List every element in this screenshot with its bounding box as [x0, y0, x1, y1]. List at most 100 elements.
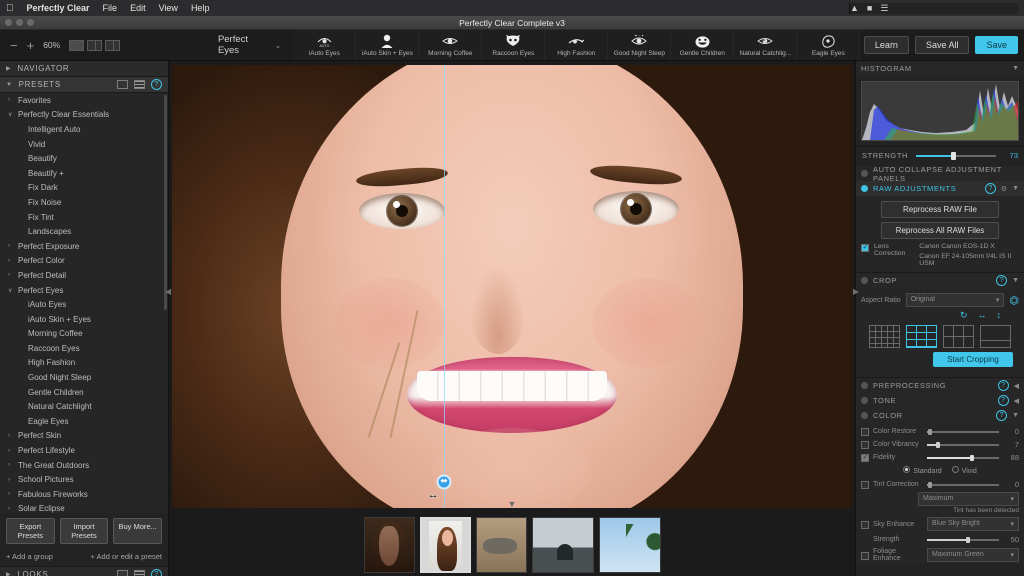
preset-tree-item[interactable]: › Perfect Exposure: [0, 239, 168, 254]
preset-tree-item[interactable]: › School Pictures: [0, 472, 168, 487]
quick-preset-morning-coffee[interactable]: Morning Coffee: [419, 30, 483, 60]
preset-tree-item[interactable]: Beautify +: [0, 166, 168, 181]
color-header[interactable]: COLOR ? ▼: [856, 408, 1024, 423]
menubar-clock-icon[interactable]: ☰: [880, 3, 888, 14]
tint-correction-slider[interactable]: [927, 480, 999, 489]
collapse-left-panel-icon[interactable]: ◀: [165, 287, 171, 296]
color-restore-row[interactable]: Color Restore 0: [856, 425, 1024, 438]
toggle-dot-icon[interactable]: [861, 397, 868, 404]
chevron-right-icon[interactable]: ›: [8, 477, 18, 483]
chevron-down-icon[interactable]: ▼: [1012, 277, 1019, 284]
save-button[interactable]: Save: [975, 36, 1018, 54]
presets-scrollbar[interactable]: [164, 95, 167, 310]
chevron-down-icon[interactable]: ∨: [8, 287, 18, 294]
grid-view-icon[interactable]: [117, 80, 128, 89]
filter-icon[interactable]: ▼: [6, 82, 13, 88]
view-mode-split-icon[interactable]: [87, 39, 103, 51]
chevron-right-icon[interactable]: ›: [8, 491, 18, 497]
lens-correction-checkbox[interactable]: [861, 243, 869, 252]
help-icon[interactable]: ?: [996, 410, 1008, 421]
menubar-wifi-icon[interactable]: ▲: [850, 3, 859, 14]
preset-tree-item[interactable]: › Favorites: [0, 93, 168, 108]
fidelity-slider[interactable]: [927, 453, 999, 462]
preset-tree-item[interactable]: › Solar Eclipse: [0, 502, 168, 513]
crop-grid-fine-icon[interactable]: [869, 325, 900, 348]
raw-adjustments-header[interactable]: RAW ADJUSTMENTS ? ⚙ ▼: [856, 181, 1024, 196]
preset-tree-item[interactable]: Good Night Sleep: [0, 370, 168, 385]
chevron-right-icon[interactable]: ›: [8, 97, 18, 103]
preset-tree-item[interactable]: Intelligent Auto: [0, 122, 168, 137]
color-vibrancy-slider[interactable]: [927, 440, 999, 449]
strength-slider[interactable]: [916, 151, 996, 160]
help-icon[interactable]: ?: [151, 568, 162, 576]
preset-tree-item[interactable]: › Perfect Detail: [0, 268, 168, 283]
quick-preset-gentle-children[interactable]: Gentle Children: [671, 30, 735, 60]
export-presets-button[interactable]: Export Presets: [6, 518, 55, 544]
fidelity-row[interactable]: Fidelity 88: [856, 451, 1024, 464]
preset-tree-item[interactable]: Fix Dark: [0, 181, 168, 196]
menubar-battery-icon[interactable]: ■: [867, 3, 872, 14]
flip-vertical-icon[interactable]: ↕: [997, 310, 1002, 321]
toggle-dot-icon[interactable]: [861, 277, 868, 284]
aspect-ratio-row[interactable]: Aspect Ratio Original ▾ ⏣: [861, 293, 1019, 307]
filmstrip-thumbnail-3[interactable]: [475, 517, 527, 573]
list-view-icon[interactable]: [134, 80, 145, 89]
chevron-down-icon[interactable]: ▼: [1012, 412, 1019, 419]
preset-tree-item[interactable]: ∨ Perfect Eyes: [0, 283, 168, 298]
chevron-right-icon[interactable]: ›: [8, 243, 18, 249]
learn-button[interactable]: Learn: [863, 36, 909, 54]
histogram-header[interactable]: HISTOGRAM ▼: [856, 61, 1024, 76]
preset-tree-item[interactable]: › Perfect Skin: [0, 429, 168, 444]
crop-header[interactable]: CROP ? ▼: [856, 273, 1024, 288]
sky-strength-slider[interactable]: [927, 535, 999, 544]
filmstrip-thumbnail-2[interactable]: [419, 517, 471, 573]
zoom-out-button[interactable]: −: [10, 38, 18, 53]
filmstrip[interactable]: [169, 508, 855, 576]
tint-mode-select[interactable]: Maximum ▾: [918, 492, 1019, 506]
auto-collapse-toggle[interactable]: AUTO COLLAPSE ADJUSTMENT PANELS: [856, 165, 1024, 183]
start-cropping-button[interactable]: Start Cropping: [933, 352, 1013, 367]
chevron-right-icon[interactable]: ›: [8, 433, 18, 439]
lens-correction-row[interactable]: Lens Correction Canon Canon EOS-1D X Can…: [861, 243, 1019, 267]
sky-strength-row[interactable]: Strength 50: [856, 533, 1024, 546]
chevron-right-icon[interactable]: ›: [8, 258, 18, 264]
filmstrip-thumbnail-4[interactable]: [531, 517, 594, 573]
split-view-handle[interactable]: [436, 474, 452, 490]
before-after-guideline[interactable]: [444, 65, 445, 508]
preset-category-selector[interactable]: Perfect Eyes ⌄: [218, 30, 293, 60]
color-vibrancy-row[interactable]: Color Vibrancy 7: [856, 438, 1024, 451]
help-icon[interactable]: ?: [984, 183, 996, 194]
quick-preset-high-fashion[interactable]: High Fashion: [545, 30, 609, 60]
quick-preset-raccoon-eyes[interactable]: Raccoon Eyes: [482, 30, 546, 60]
menu-app-name[interactable]: Perfectly Clear: [27, 3, 90, 13]
preset-tree-item[interactable]: Eagle Eyes: [0, 414, 168, 429]
preset-tree-item[interactable]: iAuto Eyes: [0, 297, 168, 312]
preset-tree-item[interactable]: Beautify: [0, 151, 168, 166]
preset-tree-item[interactable]: › Fabulous Fireworks: [0, 487, 168, 502]
menu-view[interactable]: View: [159, 3, 178, 13]
crop-grid-horizon-icon[interactable]: [980, 325, 1011, 348]
chevron-down-icon[interactable]: ▼: [1012, 185, 1019, 192]
fidelity-checkbox[interactable]: [861, 453, 869, 462]
chevron-down-icon[interactable]: ▼: [1012, 65, 1019, 72]
menu-file[interactable]: File: [103, 3, 118, 13]
quick-preset-iauto-skin-eyes[interactable]: iAuto Skin + Eyes: [356, 30, 420, 60]
add-preset-link[interactable]: + Add or edit a preset: [90, 552, 162, 561]
help-icon[interactable]: ?: [997, 395, 1009, 406]
reprocess-all-raw-files-button[interactable]: Reprocess All RAW Files: [881, 222, 999, 239]
preset-tree-item[interactable]: › Perfect Color: [0, 254, 168, 269]
foliage-enhance-checkbox[interactable]: [861, 551, 869, 560]
sky-enhance-select[interactable]: Blue Sky Bright ▾: [927, 517, 1019, 531]
color-vibrancy-checkbox[interactable]: [861, 441, 869, 449]
chevron-right-icon[interactable]: ›: [8, 462, 18, 468]
sky-enhance-row[interactable]: Sky Enhance Blue Sky Bright ▾: [856, 515, 1024, 533]
quick-preset-good-night-sleep[interactable]: Good Night Sleep: [608, 30, 672, 60]
crop-frame-icon[interactable]: ⏣: [1009, 294, 1019, 307]
preset-tree-item[interactable]: Fix Noise: [0, 195, 168, 210]
list-view-icon[interactable]: [134, 569, 145, 576]
chevron-right-icon[interactable]: ›: [8, 272, 18, 278]
view-mode-side-by-side-icon[interactable]: [105, 39, 121, 51]
chevron-down-icon[interactable]: ∨: [8, 111, 18, 118]
aspect-ratio-select[interactable]: Original ▾: [905, 293, 1005, 307]
preset-tree-item[interactable]: iAuto Skin + Eyes: [0, 312, 168, 327]
